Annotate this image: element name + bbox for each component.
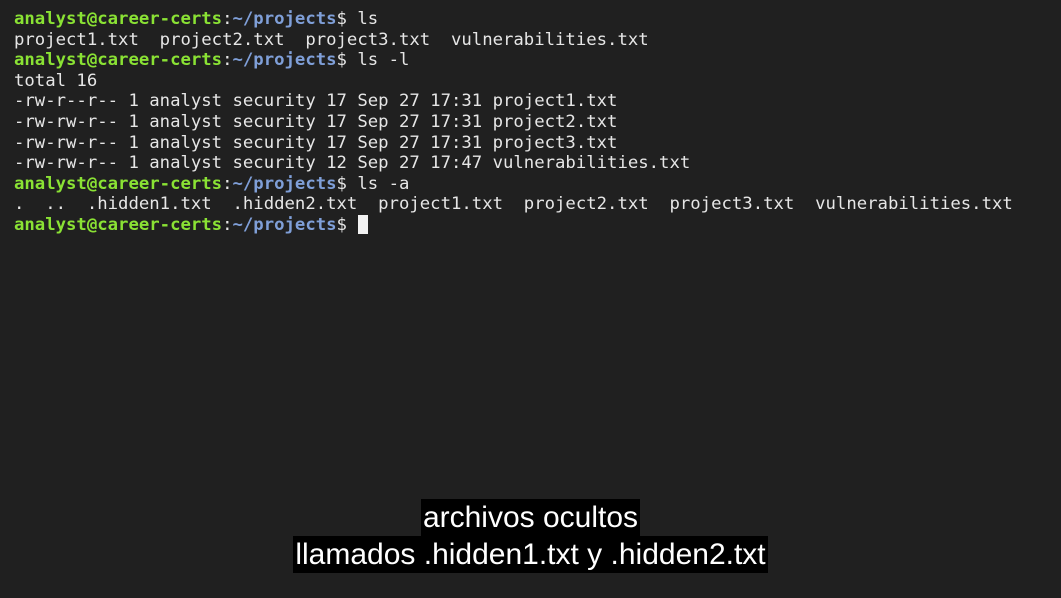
prompt-dollar: $ — [336, 173, 358, 194]
subtitles: archivos ocultos llamados .hidden1.txt y… — [0, 499, 1061, 573]
terminal-cursor — [358, 214, 369, 234]
output-line: -rw-r--r-- 1 analyst security 17 Sep 27 … — [14, 91, 618, 112]
subtitle-line-2: llamados .hidden1.txt y .hidden2.txt — [293, 536, 768, 573]
command-text: ls -a — [357, 173, 410, 194]
prompt-dollar: $ — [336, 9, 358, 29]
prompt-path: ~/projects — [232, 214, 337, 235]
output-line: . .. .hidden1.txt .hidden2.txt project1.… — [14, 194, 1013, 215]
prompt-line: analyst@career-certs:~/projects$ ls -a — [14, 174, 1051, 195]
prompt-user: analyst@career-certs — [14, 214, 223, 235]
output-line: total 16 — [14, 70, 98, 91]
prompt-path: ~/projects — [232, 50, 337, 71]
prompt-line: analyst@career-certs:~/projects$ ls — [14, 9, 1051, 30]
prompt-line: analyst@career-certs:~/projects$ — [14, 214, 1051, 236]
output-line: -rw-rw-r-- 1 analyst security 12 Sep 27 … — [14, 153, 691, 174]
output-line: -rw-rw-r-- 1 analyst security 17 Sep 27 … — [14, 132, 618, 153]
prompt-line: analyst@career-certs:~/projects$ ls -l — [14, 50, 1051, 71]
terminal-screen: analyst@career-certs:~/projects$ ls proje… — [0, 0, 1061, 598]
terminal-output[interactable]: analyst@career-certs:~/projects$ ls proje… — [14, 9, 1051, 236]
subtitle-line-1: archivos ocultos — [420, 499, 641, 536]
command-text: ls -l — [357, 50, 410, 71]
output-line: -rw-rw-r-- 1 analyst security 17 Sep 27 … — [14, 111, 618, 132]
prompt-separator: : — [222, 173, 233, 194]
prompt-user: analyst@career-certs — [14, 173, 223, 194]
prompt-dollar: $ — [336, 214, 358, 235]
prompt-path: ~/projects — [232, 9, 337, 29]
prompt-path: ~/projects — [232, 173, 337, 194]
prompt-dollar: $ — [336, 50, 358, 71]
prompt-separator: : — [222, 214, 233, 235]
prompt-user: analyst@career-certs — [14, 50, 223, 71]
prompt-user: analyst@career-certs — [14, 9, 223, 29]
prompt-separator: : — [222, 9, 233, 29]
output-line: project1.txt project2.txt project3.txt v… — [14, 29, 649, 50]
command-text: ls — [357, 9, 379, 29]
prompt-separator: : — [222, 50, 233, 71]
